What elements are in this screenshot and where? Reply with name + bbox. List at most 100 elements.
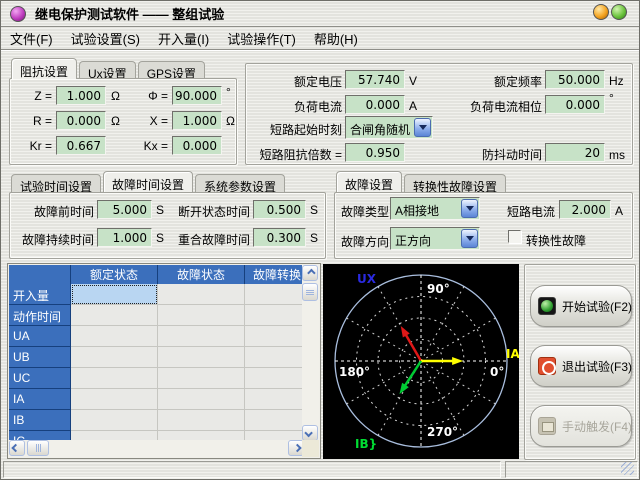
app-icon [10, 6, 26, 22]
table-cell[interactable] [245, 284, 304, 305]
kx-field[interactable]: 0.000 [172, 136, 222, 155]
table-row-header[interactable]: UB [9, 347, 71, 368]
menu-input[interactable]: 开入量(I) [149, 27, 218, 50]
table-row-header[interactable]: UC [9, 368, 71, 389]
table-cell[interactable] [158, 389, 245, 410]
sc-start-value: 合闸角随机 [346, 117, 413, 138]
manual-trigger-icon [538, 417, 556, 435]
table-row-header[interactable]: 动作时间 [9, 305, 71, 326]
table-cell[interactable] [245, 410, 304, 431]
timing-tabs: 试验时间设置 故障时间设置 系统参数设置 [11, 171, 287, 192]
sc-current-field[interactable]: 2.000 [559, 200, 611, 219]
load-phase-unit: ° [609, 91, 614, 105]
horizontal-scrollbar[interactable] [9, 440, 304, 457]
timing-panel: 故障前时间 5.000 S 断开状态时间 0.500 S 故障持续时间 1.00… [9, 192, 326, 259]
phasor-vector [404, 331, 421, 361]
menu-test-operation[interactable]: 试验操作(T) [218, 27, 305, 50]
vertical-scrollbar[interactable] [302, 265, 319, 441]
rated-freq-field[interactable]: 50.000 [545, 70, 605, 89]
table-cell[interactable] [158, 305, 245, 326]
table-cell[interactable] [245, 389, 304, 410]
debounce-field[interactable]: 20 [545, 143, 605, 162]
r-field[interactable]: 0.000 [56, 111, 106, 130]
fault-direction-value: 正方向 [391, 228, 460, 249]
fault-direction-combo[interactable]: 正方向 [390, 227, 480, 250]
kr-field[interactable]: 0.667 [56, 136, 106, 155]
label-90deg: 90° [427, 282, 450, 296]
table-row-header[interactable]: UA [9, 326, 71, 347]
vertical-scroll-thumb[interactable] [302, 283, 318, 301]
selected-table-cell[interactable] [71, 284, 158, 305]
table-row-header[interactable]: IB [9, 410, 71, 431]
start-test-button[interactable]: 开始试验(F2) [530, 285, 632, 327]
reclose-fault-time-label: 重合故障时间 [166, 231, 250, 248]
column-header-fault-convert: 故障转换 [245, 265, 304, 284]
close-button[interactable] [611, 4, 627, 20]
table-row-header[interactable]: IA [9, 389, 71, 410]
table-cell[interactable] [71, 389, 158, 410]
minimize-button[interactable] [593, 4, 609, 20]
tab-ux-settings[interactable]: Ux设置 [79, 61, 136, 79]
exit-test-button[interactable]: 退出试验(F3) [530, 345, 632, 387]
table-cell[interactable] [245, 347, 304, 368]
chevron-down-icon[interactable] [414, 118, 431, 137]
scroll-left-button[interactable] [9, 440, 25, 456]
debounce-unit: ms [609, 148, 625, 162]
menu-file[interactable]: 文件(F) [1, 27, 62, 50]
table-cell[interactable] [245, 326, 304, 347]
sc-impedance-ratio-field[interactable]: 0.950 [345, 143, 405, 162]
horizontal-scroll-thumb[interactable] [27, 440, 49, 456]
tab-fault-time-settings[interactable]: 故障时间设置 [103, 171, 193, 192]
x-unit: Ω [226, 114, 235, 128]
prefault-time-field[interactable]: 5.000 [97, 200, 152, 219]
impedance-tabs: 阻抗设置 Ux设置 GPS设置 [11, 58, 207, 79]
fault-type-combo[interactable]: A相接地 [390, 197, 480, 220]
load-phase-field[interactable]: 0.000 [545, 95, 605, 114]
menu-test-settings[interactable]: 试验设置(S) [62, 27, 149, 50]
x-field[interactable]: 1.000 [172, 111, 222, 130]
phi-field[interactable]: 90.000 [172, 86, 222, 105]
tab-fault-settings[interactable]: 故障设置 [336, 171, 402, 192]
scroll-down-button[interactable] [302, 425, 318, 441]
scroll-up-button[interactable] [302, 265, 318, 281]
phasor-vector-arrowhead [399, 383, 408, 394]
table-cell[interactable] [245, 368, 304, 389]
table-row-header[interactable]: 开入量 [9, 284, 71, 305]
table-cell[interactable] [158, 347, 245, 368]
tab-test-time-settings[interactable]: 试验时间设置 [11, 174, 101, 192]
open-state-time-field[interactable]: 0.500 [253, 200, 306, 219]
resize-grip[interactable] [621, 462, 634, 475]
rated-voltage-field[interactable]: 57.740 [345, 70, 405, 89]
tab-convert-fault-settings[interactable]: 转换性故障设置 [404, 174, 506, 192]
table-cell[interactable] [71, 305, 158, 326]
load-current-field[interactable]: 0.000 [345, 95, 405, 114]
table-cell[interactable] [158, 326, 245, 347]
table-cell[interactable] [158, 284, 245, 305]
table-cell[interactable] [245, 305, 304, 326]
reclose-fault-time-field[interactable]: 0.300 [253, 228, 306, 247]
scrollbar-corner [302, 440, 319, 457]
kr-label: Kr = [12, 139, 52, 153]
prefault-time-label: 故障前时间 [12, 203, 94, 220]
table-cell[interactable] [71, 326, 158, 347]
tab-system-param-settings[interactable]: 系统参数设置 [195, 174, 285, 192]
chevron-down-icon[interactable] [461, 199, 478, 218]
fault-duration-field[interactable]: 1.000 [97, 228, 152, 247]
table-cell[interactable] [158, 410, 245, 431]
chevron-down-icon[interactable] [461, 229, 478, 248]
table-cell[interactable] [71, 368, 158, 389]
sc-start-combo[interactable]: 合闸角随机 [345, 116, 433, 139]
table-cell[interactable] [71, 347, 158, 368]
menu-help[interactable]: 帮助(H) [305, 27, 367, 50]
phi-label: Φ = [126, 89, 168, 103]
debounce-label: 防抖动时间 [446, 146, 542, 163]
table-cell[interactable] [158, 368, 245, 389]
tab-impedance-settings[interactable]: 阻抗设置 [11, 58, 77, 79]
tab-gps-settings[interactable]: GPS设置 [138, 61, 205, 79]
phasor-vectors [399, 326, 463, 394]
z-field[interactable]: 1.000 [56, 86, 106, 105]
convert-fault-checkbox[interactable] [508, 230, 521, 243]
status-bar-left [3, 461, 501, 478]
label-ia: IA [506, 347, 519, 361]
table-cell[interactable] [71, 410, 158, 431]
